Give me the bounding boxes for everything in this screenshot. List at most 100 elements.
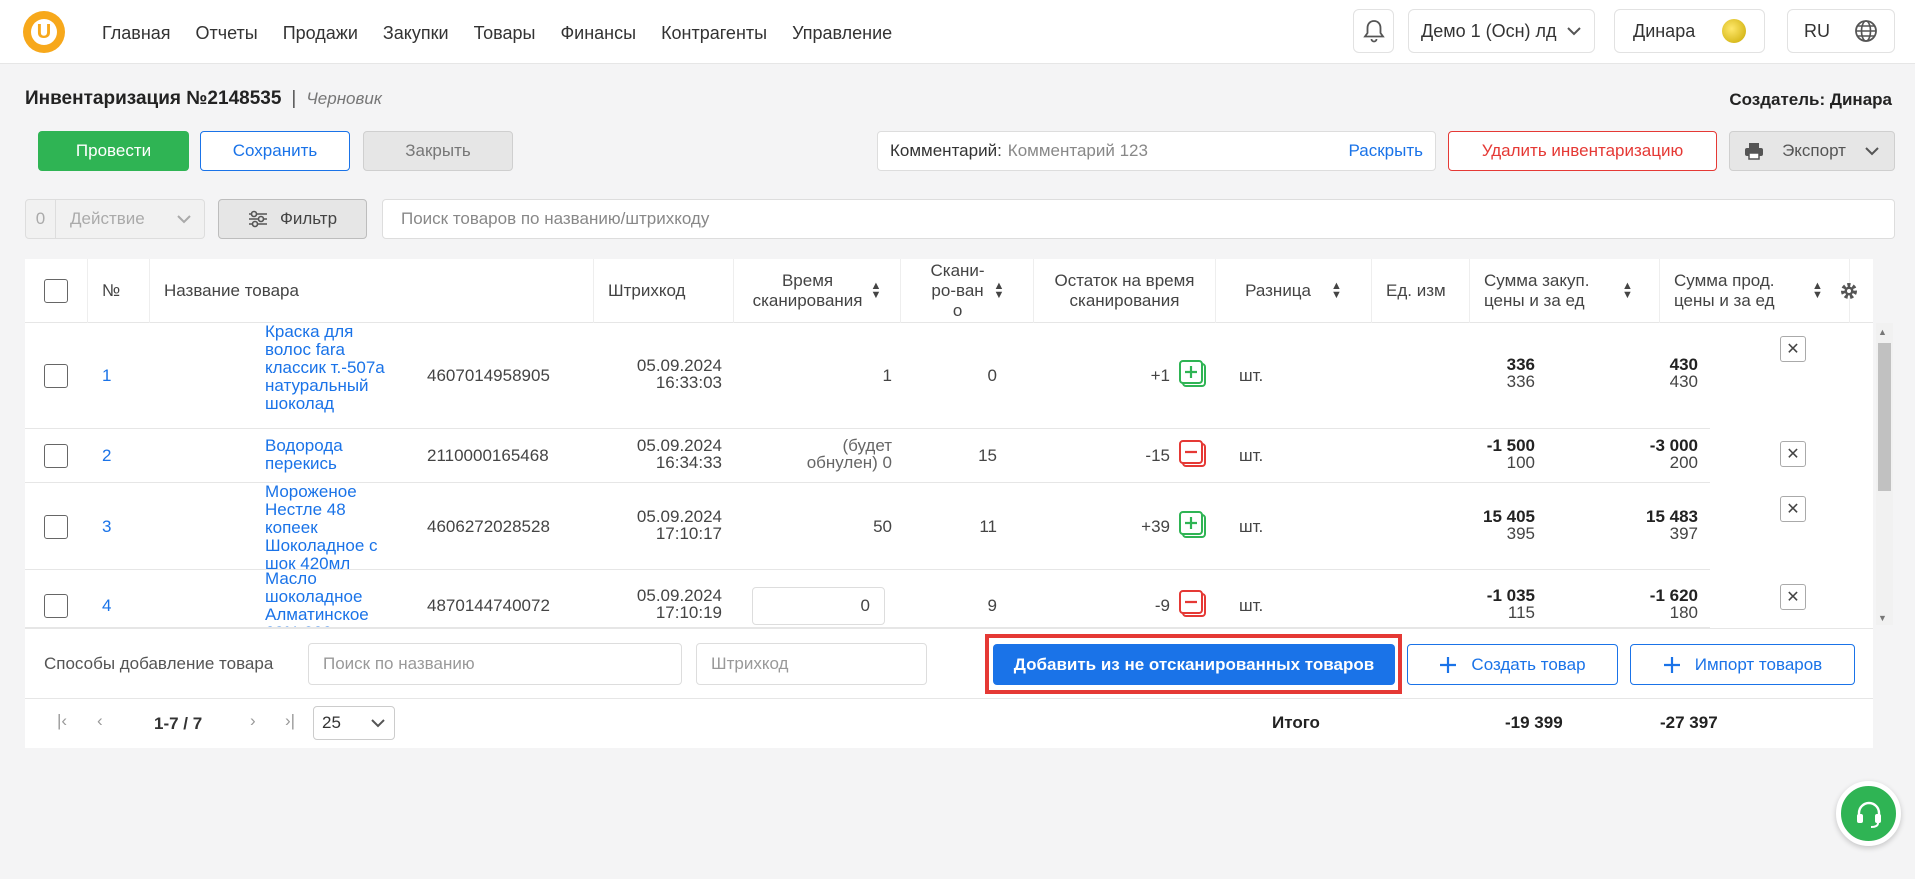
product-name-link[interactable]: Краска для волос fara классик т.-507а на… (265, 323, 390, 413)
sell-unit: 180 (1669, 603, 1698, 622)
user-name: Динара (1633, 20, 1696, 41)
scrollbar-thumb[interactable] (1878, 343, 1891, 491)
table-header: № Название товара Штрихкод Время сканиро… (25, 259, 1873, 323)
organization-label: Демо 1 (Осн) лд (1421, 20, 1557, 41)
chevron-down-icon (371, 719, 385, 728)
notifications-button[interactable] (1353, 9, 1394, 53)
sort-icon: ▲ ▼ (1331, 280, 1342, 301)
nav-sales[interactable]: Продажи (283, 22, 358, 44)
header-diff-label: Разница (1245, 281, 1312, 300)
conduct-button[interactable]: Провести (38, 131, 189, 171)
plus-square-icon (1179, 360, 1206, 387)
scanned-qty[interactable]: (будет обнулен) 0 (785, 437, 892, 471)
buy-unit: 100 (1506, 453, 1535, 472)
logo-letter: U (31, 19, 57, 45)
row-checkbox[interactable] (44, 364, 68, 388)
user-menu[interactable]: Динара (1614, 9, 1765, 53)
scanned-qty[interactable]: 50 (785, 517, 892, 537)
header-sell-label: Сумма прод. цены и за ед (1674, 271, 1775, 310)
scanned-qty-input[interactable]: 0 (752, 587, 885, 625)
table-row: 1 Краска для волос fara классик т.-507а … (25, 323, 1710, 429)
nav-home[interactable]: Главная (102, 22, 171, 44)
row-checkbox[interactable] (44, 515, 68, 539)
remove-row-button[interactable]: ✕ (1780, 584, 1806, 610)
row-number[interactable]: 3 (102, 517, 111, 537)
action-label: Действие (70, 209, 145, 228)
row-number[interactable]: 1 (102, 366, 111, 386)
nav-reports[interactable]: Отчеты (196, 22, 258, 44)
comment-value[interactable]: Комментарий 123 (1008, 141, 1349, 161)
row-number[interactable]: 4 (102, 596, 111, 616)
product-name-link[interactable]: Масло шоколадное Алматинское 68% 200г (265, 570, 390, 627)
logo[interactable]: U (23, 11, 65, 53)
scanned-qty[interactable]: 1 (785, 366, 892, 386)
product-name-link[interactable]: Мороженое Нестле 48 копеек Шоколадное с … (265, 483, 390, 573)
chevron-down-icon (1865, 147, 1879, 156)
scan-time: 16:34:33 (655, 453, 722, 472)
support-chat-button[interactable] (1836, 781, 1901, 846)
first-page-icon[interactable]: |‹ (57, 711, 67, 731)
doc-title: Инвентаризация №2148535 (25, 88, 282, 109)
add-unscanned-button[interactable]: Добавить из не отсканированных товаров (993, 644, 1395, 685)
page-range: 1-7 / 7 (154, 714, 203, 733)
language-select[interactable]: RU (1787, 9, 1895, 53)
buy-unit: 395 (1506, 524, 1535, 543)
remove-row-button[interactable]: ✕ (1780, 336, 1806, 362)
select-all-checkbox[interactable] (44, 279, 68, 303)
header-buy-label: Сумма закуп. цены и за ед (1484, 271, 1590, 310)
nav-products[interactable]: Товары (474, 22, 536, 44)
page-size-value: 25 (322, 713, 341, 732)
unit: шт. (1239, 366, 1264, 385)
save-button[interactable]: Сохранить (200, 131, 350, 171)
sort-icon: ▲ ▼ (993, 280, 1005, 301)
page-size-select[interactable]: 25 (313, 706, 395, 740)
expand-link[interactable]: Раскрыть (1349, 141, 1423, 161)
header-rest: Остаток на время сканирования (1034, 259, 1216, 323)
export-button[interactable]: Экспорт (1729, 131, 1895, 171)
bulk-action-select[interactable]: 0 Действие (25, 199, 205, 239)
organization-select[interactable]: Демо 1 (Осн) лд (1408, 9, 1595, 53)
sort-icon: ▲ ▼ (1812, 280, 1823, 301)
barcode-input[interactable]: Штрихкод (696, 643, 927, 685)
comment-field[interactable]: Комментарий: Комментарий 123 Раскрыть (877, 131, 1436, 171)
row-number[interactable]: 2 (102, 446, 111, 466)
plus-square-icon (1179, 511, 1206, 538)
diff-value: +1 (1150, 366, 1170, 385)
title-separator: | (291, 88, 297, 109)
table-settings-button[interactable] (1824, 259, 1873, 323)
last-page-icon[interactable]: ›| (285, 711, 295, 731)
header-select-all[interactable] (25, 259, 88, 323)
scroll-up-arrow[interactable]: ▲ (1878, 327, 1887, 337)
product-name-link[interactable]: Водорода перекись (265, 437, 390, 473)
total-sell: -27 397 (1660, 713, 1718, 732)
filter-button[interactable]: Фильтр (218, 199, 367, 239)
delete-inventory-button[interactable]: Удалить инвентаризацию (1448, 131, 1717, 171)
next-page-icon[interactable]: › (250, 711, 256, 731)
nav-contractors[interactable]: Контрагенты (661, 22, 767, 44)
header-time[interactable]: Время сканирования ▲ ▼ (734, 259, 901, 323)
create-product-button[interactable]: Создать товар (1407, 644, 1618, 685)
close-button[interactable]: Закрыть (363, 131, 513, 171)
sell-sum: 430 430 (1608, 356, 1698, 390)
name-search-input[interactable]: Поиск по названию (308, 643, 682, 685)
remove-row-button[interactable]: ✕ (1780, 496, 1806, 522)
header-diff[interactable]: Разница ▲ ▼ (1216, 259, 1372, 323)
remove-row-button[interactable]: ✕ (1780, 441, 1806, 467)
row-checkbox[interactable] (44, 594, 68, 618)
nav-management[interactable]: Управление (792, 22, 892, 44)
row-checkbox[interactable] (44, 444, 68, 468)
header-num: № (88, 259, 150, 323)
header-sell[interactable]: Сумма прод. цены и за ед ▲ ▼ (1660, 259, 1850, 323)
nav-purchases[interactable]: Закупки (383, 22, 449, 44)
language-label: RU (1804, 20, 1830, 41)
selected-count: 0 (26, 200, 56, 238)
nav-finance[interactable]: Финансы (560, 22, 636, 44)
prev-page-icon[interactable]: ‹ (97, 711, 103, 731)
rest-qty: 15 (978, 446, 997, 465)
import-products-button[interactable]: Импорт товаров (1630, 644, 1855, 685)
header-scanned[interactable]: Скани-ро-вано ▲ ▼ (901, 259, 1034, 323)
search-input[interactable]: Поиск товаров по названию/штрихкоду (382, 199, 1895, 239)
main-nav: Главная Отчеты Продажи Закупки Товары Фи… (102, 22, 917, 44)
header-buy[interactable]: Сумма закуп. цены и за ед ▲ ▼ (1470, 259, 1660, 323)
scroll-down-arrow[interactable]: ▼ (1878, 613, 1887, 623)
